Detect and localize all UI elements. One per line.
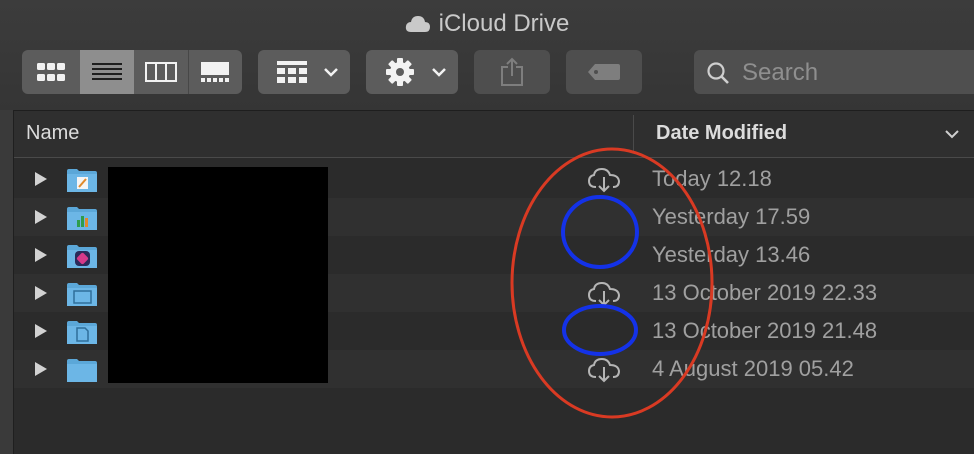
red-annotation-ellipse bbox=[510, 147, 714, 419]
annotation-overlay bbox=[510, 147, 714, 419]
blue-annotation-ellipse bbox=[561, 195, 639, 269]
blue-annotation-ellipse bbox=[562, 304, 638, 356]
